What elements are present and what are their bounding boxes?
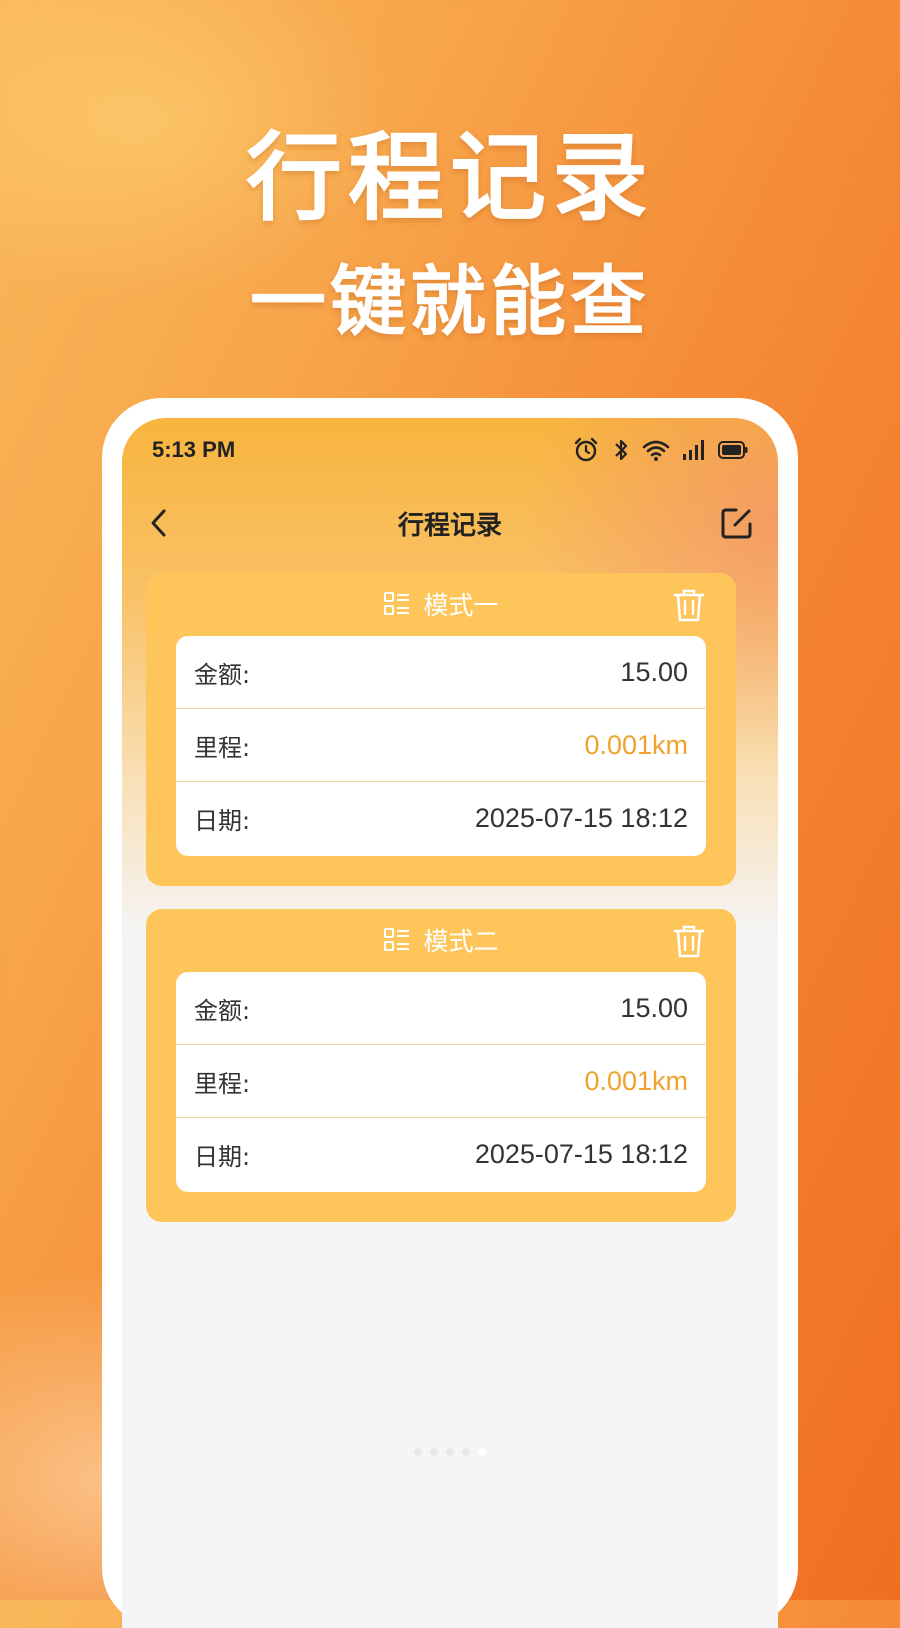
distance-label: 里程: xyxy=(194,733,251,762)
card-header: 模式一 xyxy=(146,573,736,635)
trash-icon[interactable] xyxy=(672,587,706,623)
card-body: 金额: 15.00 里程: 0.001km 日期: 2025-07-15 18:… xyxy=(176,972,706,1192)
amount-row: 金额: 15.00 xyxy=(176,636,706,709)
distance-label: 里程: xyxy=(194,1069,251,1098)
distance-row: 里程: 0.001km xyxy=(176,709,706,782)
page-indicator xyxy=(122,1448,778,1456)
card-header: 模式二 xyxy=(146,909,736,971)
date-row: 日期: 2025-07-15 18:12 xyxy=(176,782,706,855)
promo-headline: 行程记录 xyxy=(246,122,654,234)
signal-icon xyxy=(683,440,704,460)
amount-value: 15.00 xyxy=(620,656,688,687)
edit-icon[interactable] xyxy=(718,504,756,542)
card-body: 金额: 15.00 里程: 0.001km 日期: 2025-07-15 18:… xyxy=(176,636,706,856)
card-mode-title: 模式一 xyxy=(423,591,499,620)
record-card[interactable]: 模式一 金额: 15.00 里程: 0.001km 日期: 2025-07-15… xyxy=(146,573,736,886)
list-mode-icon xyxy=(384,592,410,615)
phone-frame: 5:13 PM 行程记录 模式一 金额: 15.00 里程: 0.001km 日… xyxy=(102,398,798,1628)
distance-row: 里程: 0.001km xyxy=(176,1045,706,1118)
back-arrow-icon[interactable] xyxy=(142,506,176,540)
amount-label: 金额: xyxy=(194,996,251,1025)
date-label: 日期: xyxy=(194,807,251,835)
wifi-icon xyxy=(642,440,670,461)
page-dot xyxy=(446,1448,454,1456)
date-row: 日期: 2025-07-15 18:12 xyxy=(176,1118,706,1191)
bluetooth-icon xyxy=(615,439,628,461)
alarm-icon xyxy=(574,437,598,462)
page-title: 行程记录 xyxy=(397,510,502,541)
list-mode-icon xyxy=(384,928,410,951)
status-icons xyxy=(572,436,748,464)
amount-value: 15.00 xyxy=(620,992,688,1023)
distance-value: 0.001km xyxy=(584,729,688,760)
record-card[interactable]: 模式二 金额: 15.00 里程: 0.001km 日期: 2025-07-15… xyxy=(146,909,736,1222)
phone-screen: 5:13 PM 行程记录 模式一 金额: 15.00 里程: 0.001km 日… xyxy=(122,418,778,1628)
card-mode-title: 模式二 xyxy=(423,927,499,956)
battery-icon xyxy=(718,441,748,459)
status-bar: 5:13 PM xyxy=(122,418,778,482)
distance-value: 0.001km xyxy=(584,1065,688,1096)
amount-row: 金额: 15.00 xyxy=(176,972,706,1045)
status-time: 5:13 PM xyxy=(152,437,236,462)
page-dot-active xyxy=(478,1448,486,1456)
page-dot xyxy=(462,1448,470,1456)
trash-icon[interactable] xyxy=(672,923,706,959)
nav-bar: 行程记录 xyxy=(122,488,778,558)
date-value: 2025-07-15 18:12 xyxy=(474,803,688,833)
promo-subheadline: 一键就能查 xyxy=(250,257,650,346)
amount-label: 金额: xyxy=(194,660,251,689)
page-dot xyxy=(414,1448,422,1456)
date-label: 日期: xyxy=(194,1143,251,1171)
date-value: 2025-07-15 18:12 xyxy=(474,1139,688,1169)
page-dot xyxy=(430,1448,438,1456)
